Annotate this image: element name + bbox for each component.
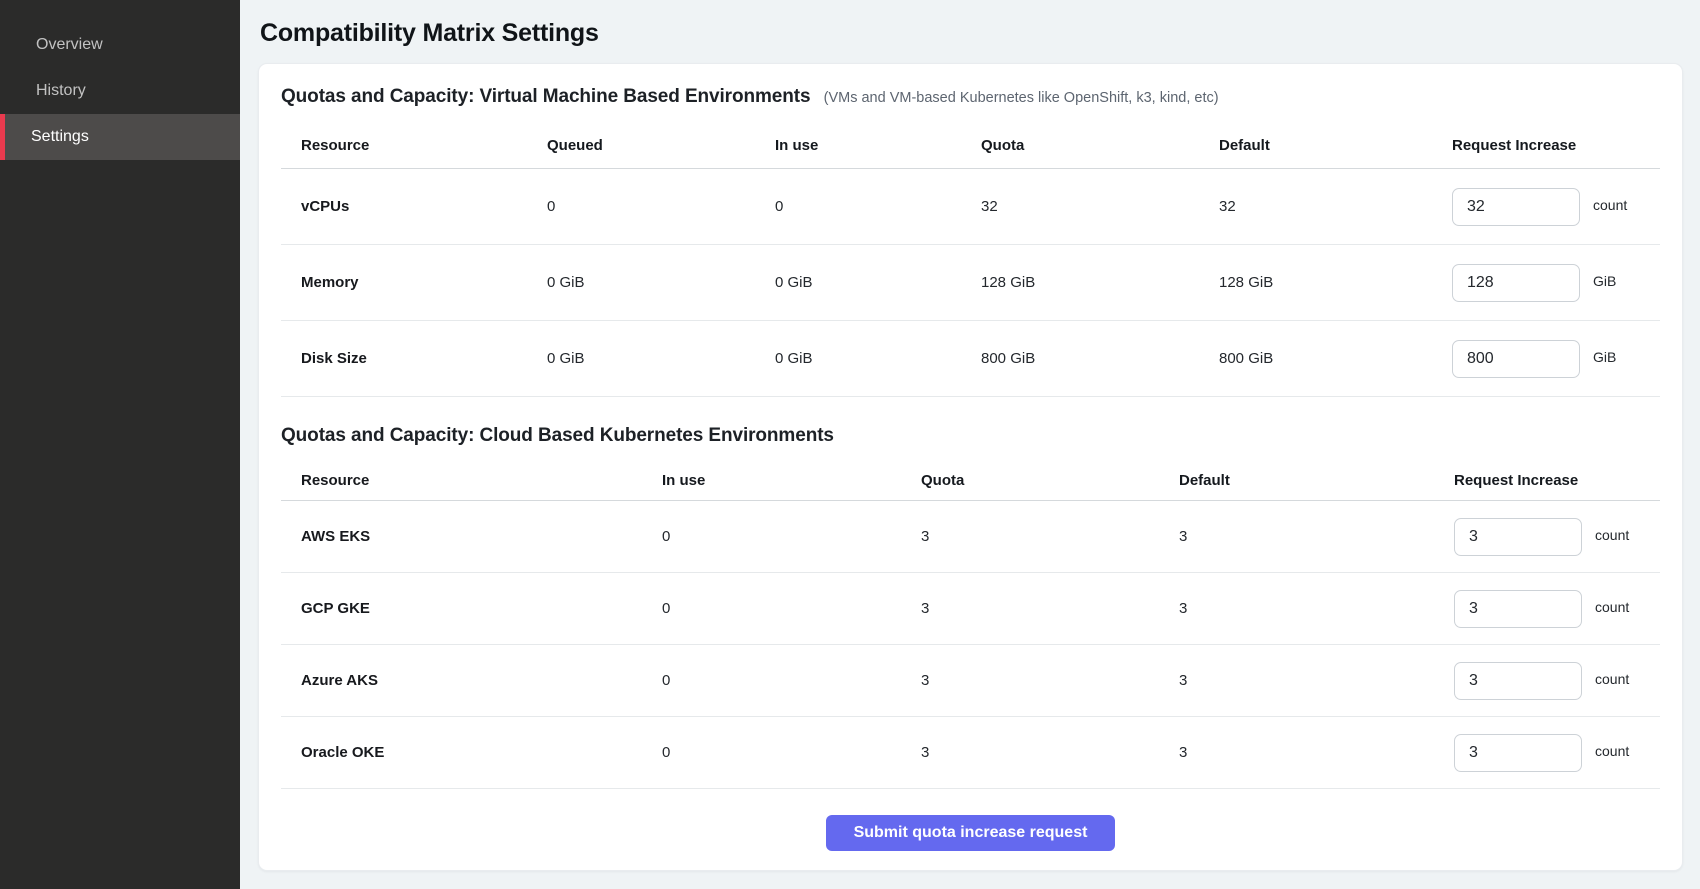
table-row: AWS EKS 0 3 3 count [281, 501, 1660, 573]
vm-col-in-use: In use [775, 137, 981, 154]
in-use-value: 0 [662, 600, 921, 617]
vm-col-quota: Quota [981, 137, 1219, 154]
vm-section-heading: Quotas and Capacity: Virtual Machine Bas… [281, 84, 1660, 111]
sidebar-item-overview[interactable]: Overview [0, 22, 240, 68]
submit-button-container: Submit quota increase request [281, 815, 1660, 851]
default-value: 128 GiB [1219, 274, 1452, 291]
vcpus-request-input[interactable] [1452, 188, 1580, 226]
quota-value: 3 [921, 744, 1179, 761]
default-value: 800 GiB [1219, 350, 1452, 367]
table-row: vCPUs 0 0 32 32 count [281, 169, 1660, 245]
oracle-oke-request-input[interactable] [1454, 734, 1582, 772]
resource-name: Oracle OKE [281, 744, 662, 761]
in-use-value: 0 [775, 198, 981, 215]
quota-value: 3 [921, 528, 1179, 545]
submit-quota-increase-button[interactable]: Submit quota increase request [826, 815, 1116, 851]
request-increase-cell: count [1454, 734, 1660, 772]
table-row: Oracle OKE 0 3 3 count [281, 717, 1660, 789]
unit-label: GiB [1593, 349, 1616, 365]
cloud-col-resource: Resource [281, 472, 662, 489]
table-row: Memory 0 GiB 0 GiB 128 GiB 128 GiB GiB [281, 245, 1660, 321]
in-use-value: 0 [662, 744, 921, 761]
vm-quotas-section: Quotas and Capacity: Virtual Machine Bas… [281, 84, 1660, 397]
resource-name: AWS EKS [281, 528, 662, 545]
cloud-col-default: Default [1179, 472, 1454, 489]
main-content: Compatibility Matrix Settings Quotas and… [240, 0, 1700, 889]
unit-label: count [1595, 671, 1629, 687]
unit-label: count [1593, 197, 1627, 213]
quota-value: 128 GiB [981, 274, 1219, 291]
disk-size-request-input[interactable] [1452, 340, 1580, 378]
request-increase-cell: count [1454, 662, 1660, 700]
sidebar-item-settings-label: Settings [31, 128, 89, 146]
table-row: GCP GKE 0 3 3 count [281, 573, 1660, 645]
memory-request-input[interactable] [1452, 264, 1580, 302]
request-increase-cell: count [1454, 518, 1660, 556]
quota-value: 3 [921, 600, 1179, 617]
resource-name: Disk Size [281, 350, 547, 367]
vm-section-heading-text: Quotas and Capacity: Virtual Machine Bas… [281, 86, 810, 107]
cloud-quotas-section: Quotas and Capacity: Cloud Based Kuberne… [281, 423, 1660, 789]
resource-name: Azure AKS [281, 672, 662, 689]
in-use-value: 0 [662, 672, 921, 689]
cloud-section-heading: Quotas and Capacity: Cloud Based Kuberne… [281, 423, 1660, 449]
resource-name: vCPUs [281, 198, 547, 215]
sidebar-item-history-label: History [36, 82, 86, 100]
default-value: 3 [1179, 672, 1454, 689]
table-row: Disk Size 0 GiB 0 GiB 800 GiB 800 GiB Gi… [281, 321, 1660, 397]
in-use-value: 0 [662, 528, 921, 545]
request-increase-cell: GiB [1452, 340, 1660, 378]
quota-value: 800 GiB [981, 350, 1219, 367]
default-value: 3 [1179, 744, 1454, 761]
default-value: 3 [1179, 528, 1454, 545]
cloud-col-in-use: In use [662, 472, 921, 489]
quota-value: 3 [921, 672, 1179, 689]
resource-name: Memory [281, 274, 547, 291]
vm-col-queued: Queued [547, 137, 775, 154]
request-increase-cell: GiB [1452, 264, 1660, 302]
sidebar-item-settings[interactable]: Settings [0, 114, 240, 160]
unit-label: count [1595, 743, 1629, 759]
queued-value: 0 GiB [547, 274, 775, 291]
default-value: 3 [1179, 600, 1454, 617]
request-increase-cell: count [1452, 188, 1660, 226]
settings-card: Quotas and Capacity: Virtual Machine Bas… [258, 63, 1683, 871]
default-value: 32 [1219, 198, 1452, 215]
unit-label: count [1595, 599, 1629, 615]
aws-eks-request-input[interactable] [1454, 518, 1582, 556]
unit-label: count [1595, 527, 1629, 543]
vm-col-resource: Resource [281, 137, 547, 154]
page-title: Compatibility Matrix Settings [260, 19, 1683, 48]
in-use-value: 0 GiB [775, 350, 981, 367]
queued-value: 0 GiB [547, 350, 775, 367]
cloud-table-header: Resource In use Quota Default Request In… [281, 461, 1660, 501]
quota-value: 32 [981, 198, 1219, 215]
vm-section-subtitle: (VMs and VM-based Kubernetes like OpenSh… [824, 90, 1219, 106]
gcp-gke-request-input[interactable] [1454, 590, 1582, 628]
in-use-value: 0 GiB [775, 274, 981, 291]
vm-col-default: Default [1219, 137, 1452, 154]
sidebar: Overview History Settings [0, 0, 240, 889]
unit-label: GiB [1593, 273, 1616, 289]
vm-col-request-increase: Request Increase [1452, 137, 1660, 154]
table-row: Azure AKS 0 3 3 count [281, 645, 1660, 717]
vm-table-header: Resource Queued In use Quota Default Req… [281, 123, 1660, 169]
queued-value: 0 [547, 198, 775, 215]
sidebar-item-history[interactable]: History [0, 68, 240, 114]
cloud-col-quota: Quota [921, 472, 1179, 489]
resource-name: GCP GKE [281, 600, 662, 617]
azure-aks-request-input[interactable] [1454, 662, 1582, 700]
request-increase-cell: count [1454, 590, 1660, 628]
cloud-col-request-increase: Request Increase [1454, 472, 1660, 489]
sidebar-item-overview-label: Overview [36, 36, 103, 54]
